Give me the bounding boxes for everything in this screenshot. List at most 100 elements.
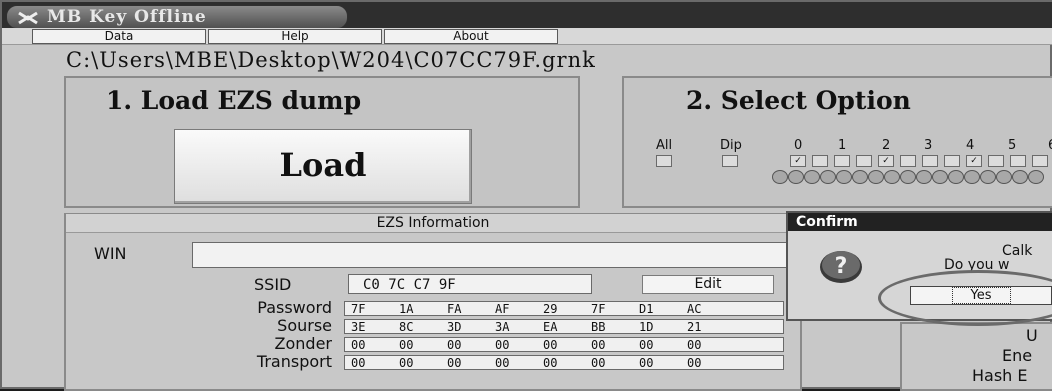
- menu-data[interactable]: Data: [32, 29, 206, 44]
- option-label-all: All: [656, 138, 673, 153]
- checkbox-2b[interactable]: [900, 155, 916, 167]
- hex-cell: 00: [399, 338, 414, 352]
- indicator-circle: [1012, 170, 1028, 184]
- checkbox-dip[interactable]: [722, 155, 738, 167]
- checkbox-3b[interactable]: [944, 155, 960, 167]
- option-label-6: 6: [1048, 138, 1052, 153]
- hex-cell: 00: [591, 356, 606, 370]
- menu-bar: Data Help About: [2, 28, 1052, 45]
- hex-cell: 1A: [399, 302, 414, 316]
- checkbox-4[interactable]: ✓: [966, 155, 982, 167]
- option-label-0: 0: [794, 138, 803, 153]
- hex-cell: 00: [399, 356, 414, 370]
- hex-cell: 3A: [495, 320, 510, 334]
- option-label-dip: Dip: [720, 138, 742, 153]
- zonder-row[interactable]: 00 00 00 00 00 00 00 00: [344, 337, 784, 352]
- edit-button[interactable]: Edit: [642, 275, 774, 294]
- question-icon: ?: [820, 251, 862, 283]
- hex-cell: 8C: [399, 320, 414, 334]
- indicator-circle: [964, 170, 980, 184]
- hex-cell: 00: [495, 356, 510, 370]
- indicator-circle: [852, 170, 868, 184]
- hex-cell: 00: [639, 356, 654, 370]
- checkbox-1[interactable]: [834, 155, 850, 167]
- checkbox-0b[interactable]: [812, 155, 828, 167]
- indicator-circle: [788, 170, 804, 184]
- indicator-circle: [1028, 170, 1044, 184]
- hex-cell: 00: [351, 338, 366, 352]
- indicator-circle: [948, 170, 964, 184]
- hex-cell: 00: [543, 338, 558, 352]
- checkbox-all[interactable]: [656, 155, 672, 167]
- transport-row[interactable]: 00 00 00 00 00 00 00 00: [344, 355, 784, 370]
- ezs-info-header: EZS Information: [66, 214, 800, 233]
- hex-cell: 1D: [639, 320, 654, 334]
- hex-cell: 21: [687, 320, 702, 334]
- checkbox-3[interactable]: [922, 155, 938, 167]
- app-logo-icon: [18, 11, 38, 25]
- right-label-hash: Hash E: [972, 366, 1028, 385]
- menu-about[interactable]: About: [384, 29, 558, 44]
- option-label-3: 3: [924, 138, 933, 153]
- hex-cell: BB: [591, 320, 606, 334]
- indicator-circle: [772, 170, 788, 184]
- hex-cell: EA: [543, 320, 558, 334]
- right-label-u: U: [1026, 326, 1038, 345]
- indicator-circle: [916, 170, 932, 184]
- hex-cell: FA: [447, 302, 462, 316]
- main-window: MB Key Offline Data Help About C:\Users\…: [0, 0, 1052, 391]
- hex-cell: D1: [639, 302, 654, 316]
- win-label: WIN: [94, 244, 127, 263]
- svg-text:?: ?: [835, 254, 848, 279]
- indicator-circle: [900, 170, 916, 184]
- indicator-circle: [820, 170, 836, 184]
- indicator-circle: [884, 170, 900, 184]
- menu-help[interactable]: Help: [208, 29, 382, 44]
- option-label-5: 5: [1008, 138, 1017, 153]
- hex-cell: 00: [687, 338, 702, 352]
- ssid-label: SSID: [254, 275, 292, 294]
- confirm-dialog-title: Confirm: [788, 213, 1052, 231]
- hex-cell: 00: [639, 338, 654, 352]
- hex-cell: 29: [543, 302, 558, 316]
- file-path: C:\Users\MBE\Desktop\W204\C07CC79F.grnk: [66, 48, 596, 72]
- load-button[interactable]: Load: [174, 129, 472, 204]
- hex-cell: 3D: [447, 320, 462, 334]
- hex-cell: 7F: [591, 302, 606, 316]
- hex-cell: 00: [495, 338, 510, 352]
- indicator-circle: [996, 170, 1012, 184]
- checkbox-1b[interactable]: [856, 155, 872, 167]
- sourse-label: Sourse: [277, 316, 332, 335]
- hex-cell: 00: [591, 338, 606, 352]
- right-label-ene: Ene: [1002, 346, 1033, 365]
- load-section-title: 1. Load EZS dump: [106, 86, 362, 115]
- win-input[interactable]: [192, 242, 794, 268]
- hex-cell: 3E: [351, 320, 366, 334]
- password-row[interactable]: 7F 1A FA AF 29 7F D1 AC: [344, 301, 784, 316]
- zonder-label: Zonder: [274, 334, 332, 353]
- hex-cell: 00: [447, 338, 462, 352]
- title-pill: MB Key Offline: [6, 5, 348, 29]
- indicator-circle: [804, 170, 820, 184]
- hex-cell: AC: [687, 302, 702, 316]
- hex-cell: 00: [543, 356, 558, 370]
- checkbox-4b[interactable]: [988, 155, 1004, 167]
- yes-button-label: Yes: [951, 287, 1011, 304]
- hex-cell: 00: [687, 356, 702, 370]
- checkbox-5b[interactable]: [1032, 155, 1048, 167]
- hex-cell: 00: [447, 356, 462, 370]
- checkbox-5[interactable]: [1010, 155, 1026, 167]
- option-label-1: 1: [838, 138, 847, 153]
- option-label-2: 2: [882, 138, 891, 153]
- indicator-circle: [868, 170, 884, 184]
- indicator-circle: [836, 170, 852, 184]
- yes-button[interactable]: Yes: [910, 286, 1052, 305]
- indicator-circle: [932, 170, 948, 184]
- hex-cell: 00: [351, 356, 366, 370]
- checkbox-2[interactable]: ✓: [878, 155, 894, 167]
- sourse-row[interactable]: 3E 8C 3D 3A EA BB 1D 21: [344, 319, 784, 334]
- options-section-title: 2. Select Option: [686, 86, 911, 115]
- checkbox-0[interactable]: ✓: [790, 155, 806, 167]
- ssid-field[interactable]: C0 7C C7 9F: [348, 274, 592, 294]
- indicator-circle: [980, 170, 996, 184]
